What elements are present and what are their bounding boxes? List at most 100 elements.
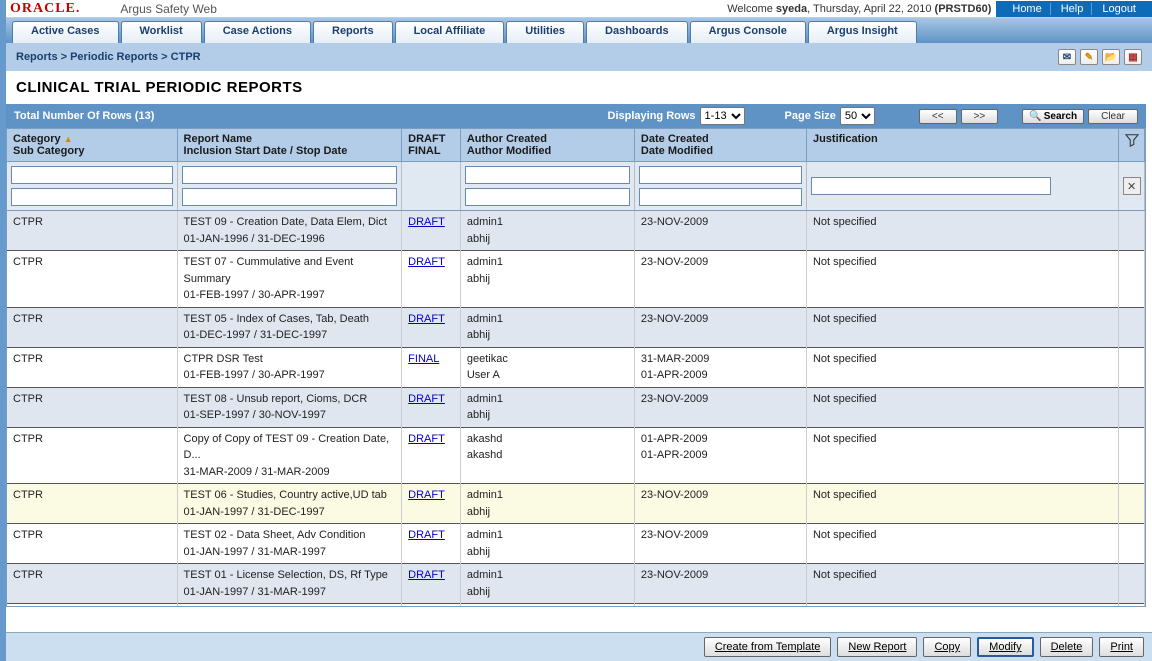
filter-author-modified[interactable] bbox=[465, 188, 630, 206]
cell-justification: Not specified bbox=[806, 524, 1118, 564]
filter-subcategory[interactable] bbox=[11, 188, 173, 206]
cell-status: DRAFT bbox=[402, 564, 461, 604]
cell-author: akashdakashd bbox=[460, 427, 634, 484]
status-link[interactable]: DRAFT bbox=[408, 216, 445, 228]
cell-report-name: CTPR DSR Test01-FEB-1997 / 30-APR-1997 bbox=[177, 347, 402, 387]
status-link[interactable]: DRAFT bbox=[408, 313, 445, 325]
welcome-text: Welcome syeda, Thursday, April 22, 2010 … bbox=[727, 3, 996, 15]
control-bar: Total Number Of Rows (13) Displaying Row… bbox=[6, 104, 1146, 128]
table-row[interactable]: CTPRTEST 02 - Data Sheet, Adv Condition0… bbox=[7, 524, 1145, 564]
status-link[interactable]: DRAFT bbox=[408, 569, 445, 581]
status-link[interactable]: DRAFT bbox=[408, 433, 445, 445]
filter-date-range[interactable] bbox=[182, 188, 398, 206]
tab-active-cases[interactable]: Active Cases bbox=[12, 21, 119, 43]
col-category[interactable]: Category ▲Sub Category bbox=[7, 129, 177, 162]
print-button[interactable]: Print bbox=[1099, 637, 1144, 657]
filter-report-name[interactable] bbox=[182, 166, 398, 184]
tab-local-affiliate[interactable]: Local Affiliate bbox=[395, 21, 505, 43]
displaying-select[interactable]: 1-13 bbox=[700, 107, 745, 125]
tab-argus-insight[interactable]: Argus Insight bbox=[808, 21, 917, 43]
page-title: CLINICAL TRIAL PERIODIC REPORTS bbox=[6, 71, 1152, 104]
cell-date: 23-NOV-2009 bbox=[634, 484, 806, 524]
next-page-button[interactable]: >> bbox=[961, 109, 999, 124]
tab-reports[interactable]: Reports bbox=[313, 21, 393, 43]
filter-category[interactable] bbox=[11, 166, 173, 184]
table-row[interactable]: CTPRCopy of Copy of TEST 09 - Creation D… bbox=[7, 427, 1145, 484]
status-link[interactable]: DRAFT bbox=[408, 393, 445, 405]
table-row[interactable]: CTPRTEST 09 - Creation Date, Data Elem, … bbox=[7, 211, 1145, 251]
cell-status: DRAFT bbox=[402, 211, 461, 251]
cell-status: DRAFT bbox=[402, 604, 461, 607]
home-link[interactable]: Home bbox=[1004, 3, 1050, 15]
filter-justification[interactable] bbox=[811, 177, 1051, 195]
filter-date-created[interactable] bbox=[639, 166, 802, 184]
table-row[interactable]: CTPRTEST 05 - Index of Cases, Tab, Death… bbox=[7, 307, 1145, 347]
cell-category: CTPR bbox=[7, 251, 177, 308]
breadcrumb: Reports > Periodic Reports > CTPR ✉ ✎ 📂 … bbox=[6, 43, 1152, 71]
col-author[interactable]: Author CreatedAuthor Modified bbox=[460, 129, 634, 162]
cell-report-name: TEST 07 - Cummulative and Event Summary0… bbox=[177, 251, 402, 308]
tab-argus-console[interactable]: Argus Console bbox=[690, 21, 806, 43]
cell-status: DRAFT bbox=[402, 387, 461, 427]
total-rows: Total Number Of Rows (13) bbox=[14, 110, 154, 122]
help-link[interactable]: Help bbox=[1053, 3, 1093, 15]
cell-date: 23-NOV-2009 bbox=[634, 564, 806, 604]
cell-report-name: TEST 06 - Studies, Country active,UD tab… bbox=[177, 484, 402, 524]
displaying-label: Displaying Rows bbox=[608, 110, 696, 122]
footer: Create from Template New Report Copy Mod… bbox=[6, 632, 1152, 661]
tab-utilities[interactable]: Utilities bbox=[506, 21, 584, 43]
tab-case-actions[interactable]: Case Actions bbox=[204, 21, 311, 43]
prev-page-button[interactable]: << bbox=[919, 109, 957, 124]
cell-justification bbox=[806, 604, 1118, 607]
search-button[interactable]: 🔍Search bbox=[1022, 109, 1084, 124]
cell-author: admin1abhij bbox=[460, 564, 634, 604]
cell-category: CTPR bbox=[7, 387, 177, 427]
col-date[interactable]: Date CreatedDate Modified bbox=[634, 129, 806, 162]
new-report-button[interactable]: New Report bbox=[837, 637, 917, 657]
cell-date bbox=[634, 604, 806, 607]
col-draft-final[interactable]: DRAFTFINAL bbox=[402, 129, 461, 162]
status-link[interactable]: DRAFT bbox=[408, 256, 445, 268]
table-row[interactable]: CTPRTEST 08 - Unsub report, Cioms, DCR01… bbox=[7, 387, 1145, 427]
new-doc-icon[interactable]: ✎ bbox=[1080, 49, 1098, 65]
cell-justification: Not specified bbox=[806, 484, 1118, 524]
status-link[interactable]: DRAFT bbox=[408, 529, 445, 541]
col-report-name[interactable]: Report NameInclusion Start Date / Stop D… bbox=[177, 129, 402, 162]
table-row[interactable]: CTPRCTPR DSR Test01-FEB-1997 / 30-APR-19… bbox=[7, 347, 1145, 387]
cell-author: admin1 bbox=[460, 604, 634, 607]
modify-button[interactable]: Modify bbox=[977, 637, 1033, 657]
col-justification[interactable]: Justification bbox=[806, 129, 1118, 162]
filter-date-modified[interactable] bbox=[639, 188, 802, 206]
filter-icon bbox=[1125, 133, 1139, 147]
top-links: Home Help Logout bbox=[996, 1, 1152, 17]
status-link[interactable]: FINAL bbox=[408, 353, 439, 365]
tab-dashboards[interactable]: Dashboards bbox=[586, 21, 688, 43]
clear-filter-button[interactable]: ✕ bbox=[1123, 177, 1141, 195]
cell-status: DRAFT bbox=[402, 307, 461, 347]
filter-author-created[interactable] bbox=[465, 166, 630, 184]
table-row[interactable]: CTPRTEST 06 - Studies, Country active,UD… bbox=[7, 484, 1145, 524]
tab-worklist[interactable]: Worklist bbox=[121, 21, 202, 43]
page-size-select[interactable]: 50 bbox=[840, 107, 875, 125]
table-row[interactable]: TEST 10 - Age Group, CMN ProfileDRAFTadm… bbox=[7, 604, 1145, 607]
cell-report-name: TEST 09 - Creation Date, Data Elem, Dict… bbox=[177, 211, 402, 251]
grid-icon[interactable]: ▦ bbox=[1124, 49, 1142, 65]
cell-author: admin1abhij bbox=[460, 387, 634, 427]
breadcrumb-text: Reports > Periodic Reports > CTPR bbox=[16, 51, 201, 63]
table-row[interactable]: CTPRTEST 01 - License Selection, DS, Rf … bbox=[7, 564, 1145, 604]
cell-justification: Not specified bbox=[806, 211, 1118, 251]
open-icon[interactable]: 📂 bbox=[1102, 49, 1120, 65]
logout-link[interactable]: Logout bbox=[1094, 3, 1144, 15]
cell-report-name: TEST 05 - Index of Cases, Tab, Death01-D… bbox=[177, 307, 402, 347]
mail-icon[interactable]: ✉ bbox=[1058, 49, 1076, 65]
create-from-template-button[interactable]: Create from Template bbox=[704, 637, 832, 657]
cell-justification: Not specified bbox=[806, 347, 1118, 387]
cell-author: admin1abhij bbox=[460, 524, 634, 564]
col-filter[interactable] bbox=[1118, 129, 1144, 162]
copy-button[interactable]: Copy bbox=[923, 637, 971, 657]
clear-button[interactable]: Clear bbox=[1088, 109, 1138, 124]
status-link[interactable]: DRAFT bbox=[408, 489, 445, 501]
main-tabs: Active Cases Worklist Case Actions Repor… bbox=[6, 18, 1152, 43]
table-row[interactable]: CTPRTEST 07 - Cummulative and Event Summ… bbox=[7, 251, 1145, 308]
delete-button[interactable]: Delete bbox=[1040, 637, 1094, 657]
